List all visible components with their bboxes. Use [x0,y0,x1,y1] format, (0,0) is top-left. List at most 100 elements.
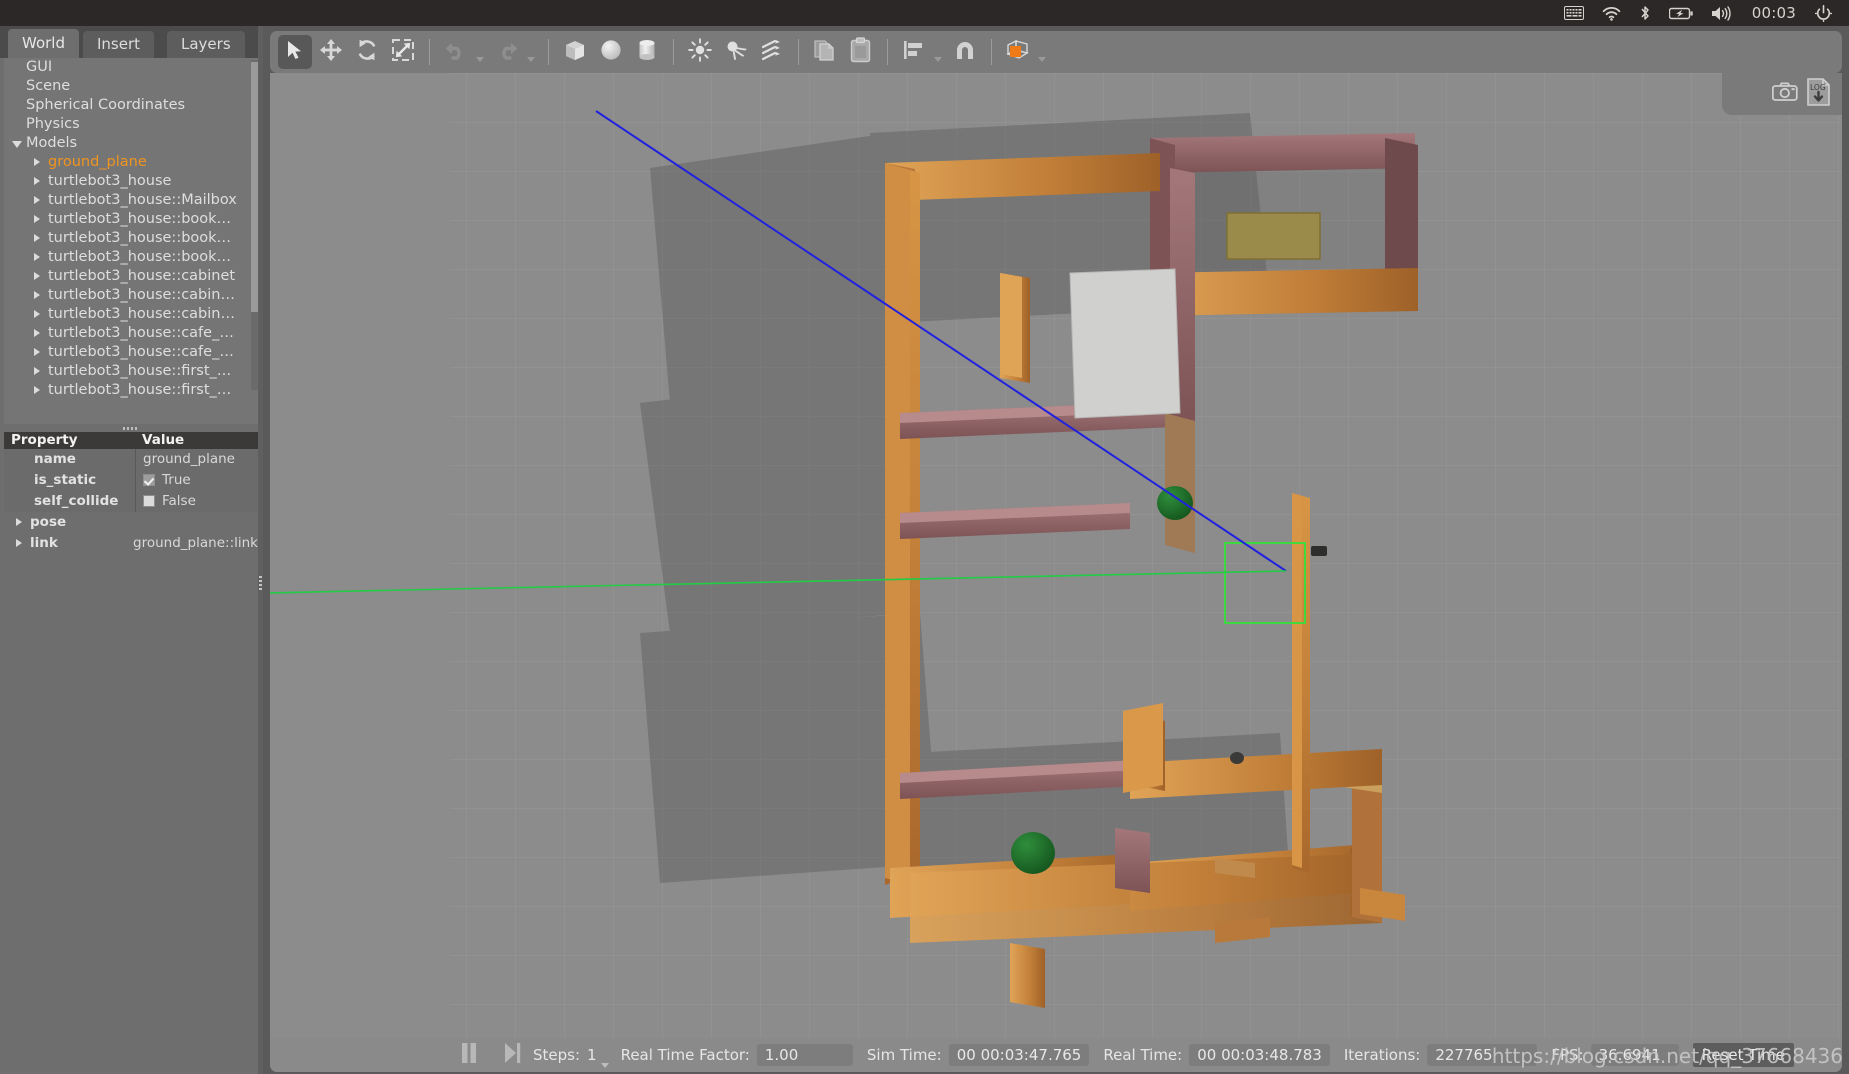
chevron-right-icon[interactable] [16,538,22,547]
tree-item[interactable]: Models [4,134,258,153]
view-angle-button[interactable] [1001,35,1035,69]
property-key-label: pose [30,513,67,530]
tree-item[interactable]: ground_plane [4,153,258,172]
steps-value[interactable]: 1 [587,1046,597,1064]
tree-item[interactable]: turtlebot3_house::Mailbox [4,191,258,210]
3d-viewport[interactable]: LOG [270,73,1842,1038]
chevron-right-icon[interactable] [34,234,40,242]
tree-item[interactable]: turtlebot3_house::cabin… [4,305,258,324]
redo-button[interactable] [490,35,524,69]
tree-item[interactable]: turtlebot3_house::book… [4,229,258,248]
battery-icon[interactable] [1668,7,1693,20]
align-button[interactable] [897,35,931,69]
property-row[interactable]: pose [4,511,258,533]
tree-item-label: turtlebot3_house::Mailbox [48,192,237,208]
property-row[interactable]: name ground_plane [4,448,258,470]
tree-item[interactable]: turtlebot3_house [4,172,258,191]
tree-item[interactable]: Scene [4,77,258,96]
panel-tab-layers[interactable]: Layers [167,31,245,58]
move-arrows-icon [319,38,343,66]
volume-icon[interactable] [1711,5,1733,21]
chevron-right-icon[interactable] [34,310,40,318]
chevron-right-icon[interactable] [34,272,40,280]
property-row[interactable]: is_static True [4,469,258,491]
insert-box-button[interactable] [558,35,592,69]
property-value-label: ground_plane::link [133,534,258,551]
real-time-factor-label: Real Time Factor: [620,1046,750,1064]
chevron-right-icon[interactable] [34,348,40,356]
real-time-value[interactable]: 00 00:03:48.783 [1189,1044,1330,1066]
snap-button[interactable] [948,35,982,69]
orange-cube-icon [1005,38,1031,66]
insert-directional-light-button[interactable] [755,35,789,69]
tree-item[interactable]: turtlebot3_house::cafe_… [4,343,258,362]
tree-item[interactable]: Spherical Coordinates [4,96,258,115]
chevron-right-icon[interactable] [34,158,40,166]
chevron-right-icon[interactable] [34,196,40,204]
view-angle-dropdown[interactable] [1038,57,1046,62]
insert-sphere-button[interactable] [594,35,628,69]
chevron-right-icon[interactable] [34,215,40,223]
redo-history-dropdown[interactable] [527,57,535,62]
property-row[interactable]: self_collide False [4,490,258,512]
chevron-right-icon[interactable] [34,291,40,299]
rotate-mode-button[interactable] [350,35,384,69]
tree-item[interactable]: turtlebot3_house::first_… [4,362,258,381]
checkbox-icon[interactable] [143,495,155,507]
property-row[interactable]: link ground_plane::link [4,532,258,554]
copy-button[interactable] [808,35,842,69]
sim-time-value[interactable]: 00 00:03:47.765 [948,1044,1090,1066]
align-dropdown[interactable] [934,57,942,62]
chevron-right-icon[interactable] [34,329,40,337]
tree-item[interactable]: turtlebot3_house::cafe_… [4,324,258,343]
panel-tab-world[interactable]: World [8,29,79,58]
log-download-icon[interactable]: LOG [1806,78,1832,110]
scale-mode-button[interactable] [386,35,420,69]
camera-icon[interactable] [1771,82,1798,106]
panel-tab-insert[interactable]: Insert [83,31,155,58]
property-value[interactable]: ground_plane::link [126,532,258,554]
undo-button[interactable] [439,35,473,69]
chevron-right-icon[interactable] [34,177,40,185]
translate-mode-button[interactable] [314,35,348,69]
tree-item[interactable]: turtlebot3_house::cabin… [4,286,258,305]
property-key: name [4,448,136,470]
property-value[interactable]: ground_plane [136,448,258,470]
insert-cylinder-button[interactable] [630,35,664,69]
bluetooth-icon[interactable] [1639,5,1651,21]
power-icon[interactable] [1815,4,1832,22]
tree-item[interactable]: Physics [4,115,258,134]
insert-point-light-button[interactable] [683,35,717,69]
property-value[interactable] [136,511,258,533]
property-key-label: self_collide [34,492,119,509]
tree-item[interactable]: GUI [4,58,258,77]
tree-item-label: turtlebot3_house::cafe_… [48,344,234,360]
chevron-right-icon[interactable] [34,386,40,394]
checkbox-icon[interactable] [143,474,155,486]
property-value[interactable]: True [136,469,258,491]
keyboard-icon[interactable] [1563,6,1584,20]
chevron-right-icon[interactable] [34,367,40,375]
chevron-right-icon[interactable] [34,253,40,261]
tree-item[interactable]: turtlebot3_house::cabinet [4,267,258,286]
paste-button[interactable] [844,35,878,69]
real-time-factor-value[interactable]: 1.00 [756,1044,853,1066]
chevron-down-icon[interactable] [12,141,22,148]
tree-item[interactable]: turtlebot3_house::book… [4,210,258,229]
chevron-right-icon[interactable] [16,517,22,526]
pause-icon[interactable] [460,1042,478,1068]
tree-item[interactable]: turtlebot3_house::book… [4,248,258,267]
wifi-icon[interactable] [1602,6,1621,21]
step-forward-icon[interactable] [504,1042,521,1068]
sphere-icon [599,38,623,66]
system-clock[interactable]: 00:03 [1752,4,1796,22]
insert-spot-light-button[interactable] [719,35,753,69]
select-mode-button[interactable] [278,35,312,69]
world-tree[interactable]: GUI Scene Spherical Coordinates Physics Mode… [4,58,258,426]
steps-dropdown-chevron-icon[interactable] [600,1063,609,1068]
property-value[interactable]: False [136,490,258,512]
undo-history-dropdown[interactable] [476,57,484,62]
tree-item-label: turtlebot3_house::book… [48,211,232,227]
tree-item[interactable]: turtlebot3_house::first_… [4,381,258,400]
tree-item-label: ground_plane [48,154,147,170]
